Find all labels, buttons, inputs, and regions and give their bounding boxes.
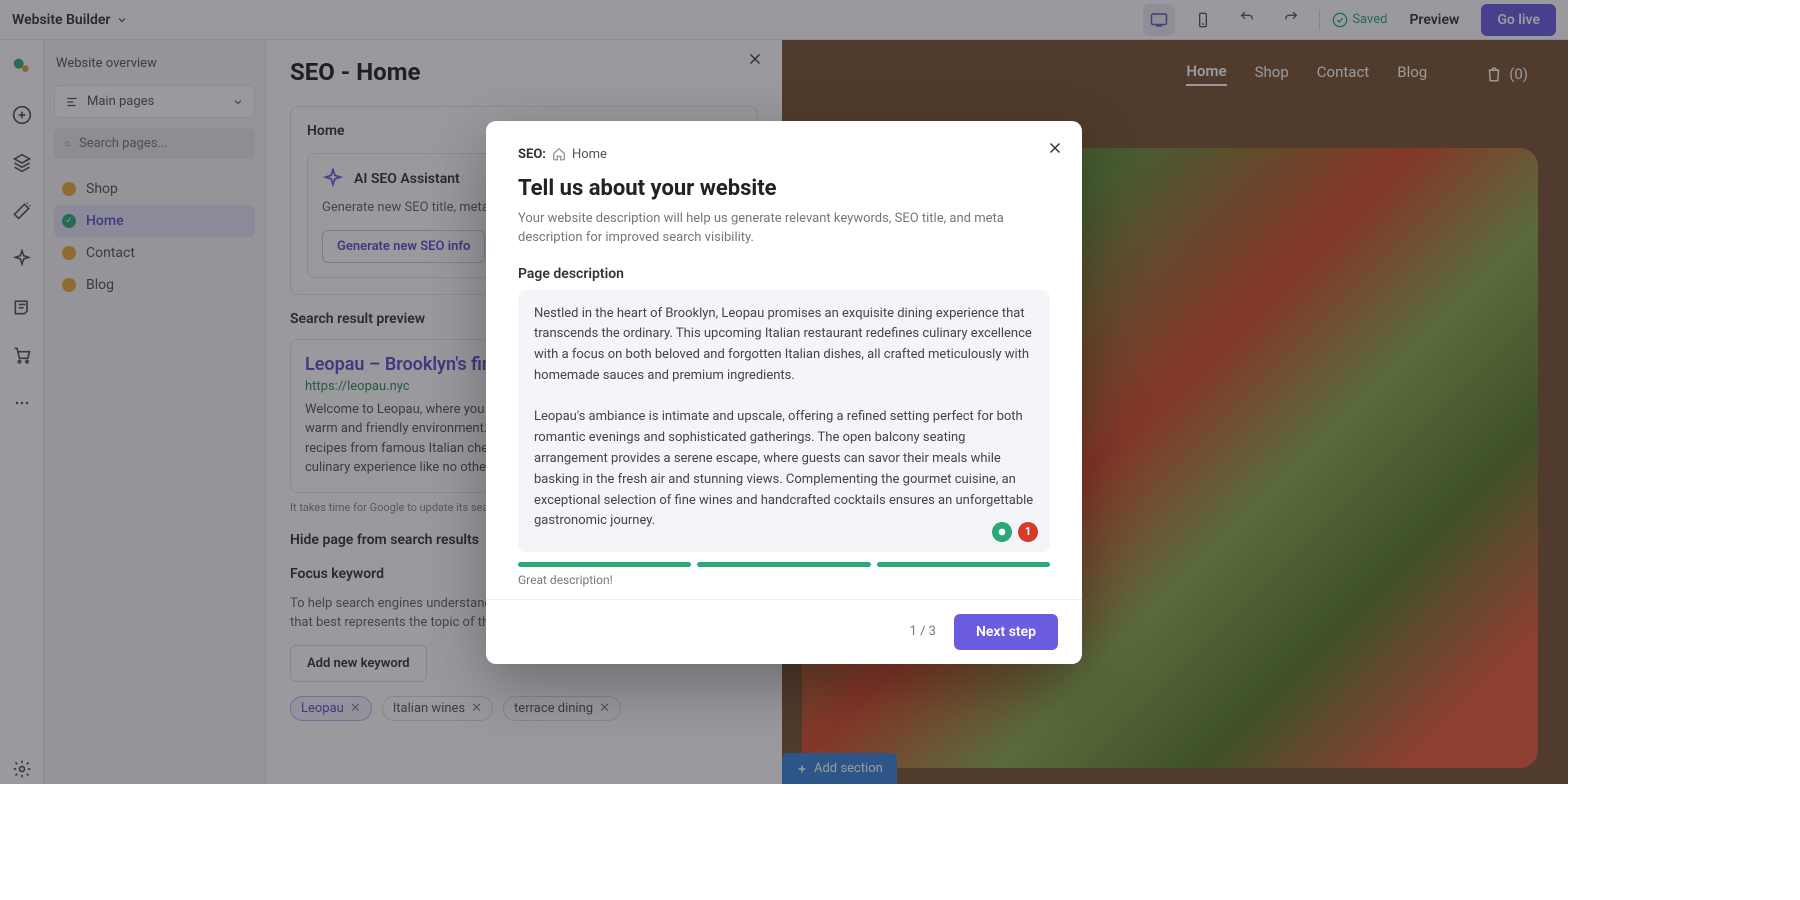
grammar-ok-badge[interactable] [992, 522, 1012, 542]
strength-segment [518, 562, 691, 567]
seo-wizard-modal: SEO: Home Tell us about your website You… [486, 121, 1082, 664]
modal-overlay[interactable]: SEO: Home Tell us about your website You… [0, 0, 1568, 784]
close-icon [1046, 139, 1064, 157]
page-description-field: 1 [518, 290, 1050, 552]
modal-heading: Tell us about your website [518, 176, 1050, 201]
modal-close-button[interactable] [1046, 139, 1064, 157]
description-strength-meter [518, 562, 1050, 567]
page-description-textarea[interactable] [534, 304, 1034, 534]
modal-breadcrumb: SEO: Home [518, 147, 1050, 162]
next-step-button[interactable]: Next step [954, 614, 1058, 650]
step-indicator: 1 / 3 [910, 624, 936, 639]
grammar-error-badge[interactable]: 1 [1018, 522, 1038, 542]
strength-segment [697, 562, 870, 567]
home-icon [552, 147, 566, 161]
breadcrumb-label: SEO: [518, 147, 546, 162]
bulb-icon [997, 527, 1007, 537]
strength-label: Great description! [518, 573, 1050, 587]
modal-footer: 1 / 3 Next step [486, 599, 1082, 664]
page-description-label: Page description [518, 266, 1050, 282]
modal-subheading: Your website description will help us ge… [518, 209, 1050, 248]
breadcrumb-page: Home [572, 147, 607, 162]
strength-segment [877, 562, 1050, 567]
grammar-badges: 1 [992, 522, 1038, 542]
